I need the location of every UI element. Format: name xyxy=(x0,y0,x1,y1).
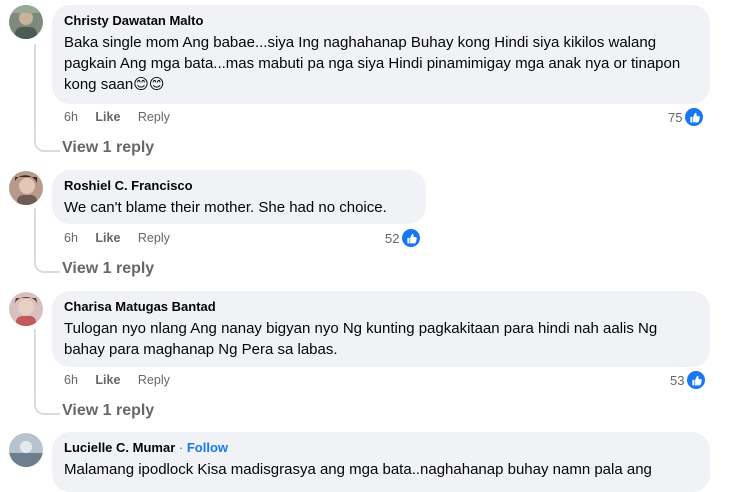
comment-author[interactable]: Charisa Matugas Bantad xyxy=(64,298,698,315)
comment-2: Roshiel C. Francisco We can't blame thei… xyxy=(0,168,750,288)
view-replies-link[interactable]: View 1 reply xyxy=(62,260,154,278)
comment-text: Malamang ipodlock Kisa madisgrasya ang m… xyxy=(64,461,652,478)
thread-hook xyxy=(34,399,60,415)
view-replies-link[interactable]: View 1 reply xyxy=(62,402,154,420)
reply-button[interactable]: Reply xyxy=(138,110,170,124)
comment-author-line: Lucielle C. Mumar · Follow xyxy=(64,439,698,456)
reaction-count: 53 xyxy=(670,372,685,388)
comment-author[interactable]: Lucielle C. Mumar xyxy=(64,440,175,455)
comment-bubble: Lucielle C. Mumar · Follow Malamang ipod… xyxy=(52,432,710,492)
comment-3: Charisa Matugas Bantad Tulogan nyo nlang… xyxy=(0,289,750,429)
comment-text: Baka single mom Ang babae...siya Ing nag… xyxy=(64,34,681,93)
comment-time[interactable]: 6h xyxy=(64,373,78,387)
view-replies-link[interactable]: View 1 reply xyxy=(62,139,154,157)
comment-bubble: Charisa Matugas Bantad Tulogan nyo nlang… xyxy=(52,291,710,367)
thread-hook xyxy=(34,136,60,152)
thumbs-up-icon xyxy=(401,228,422,248)
thumbs-up-icon xyxy=(686,370,707,390)
comment-4: Lucielle C. Mumar · Follow Malamang ipod… xyxy=(0,430,750,492)
comment-text: Tulogan nyo nlang Ang nanay bigyan nyo N… xyxy=(64,320,658,358)
thread-hook xyxy=(34,257,60,273)
comment-time[interactable]: 6h xyxy=(64,110,78,124)
like-button[interactable]: Like xyxy=(95,231,120,245)
reaction-count: 52 xyxy=(385,230,400,246)
reply-button[interactable]: Reply xyxy=(138,373,170,387)
separator-dot: · xyxy=(178,440,184,455)
like-button[interactable]: Like xyxy=(95,110,120,124)
reaction-count: 75 xyxy=(668,109,683,125)
comment-time[interactable]: 6h xyxy=(64,231,78,245)
comment-author[interactable]: Christy Dawatan Malto xyxy=(64,12,698,29)
follow-button[interactable]: Follow xyxy=(187,440,228,455)
comment-actions: 6h Like Reply xyxy=(64,110,184,124)
comment-1: Christy Dawatan Malto Baka single mom An… xyxy=(0,0,750,160)
comment-bubble: Roshiel C. Francisco We can't blame thei… xyxy=(52,170,426,224)
thread-line xyxy=(34,329,36,399)
like-button[interactable]: Like xyxy=(95,373,120,387)
comment-author[interactable]: Roshiel C. Francisco xyxy=(64,177,414,194)
reaction-summary[interactable]: 52 xyxy=(385,228,422,248)
reply-button[interactable]: Reply xyxy=(138,231,170,245)
reaction-summary[interactable]: 53 xyxy=(670,370,707,390)
thread-line xyxy=(34,208,36,257)
thread-line xyxy=(34,44,36,136)
avatar[interactable] xyxy=(9,292,43,326)
comment-text: We can't blame their mother. She had no … xyxy=(64,199,387,216)
avatar[interactable] xyxy=(9,433,43,467)
thumbs-up-icon xyxy=(684,107,705,127)
reaction-summary[interactable]: 75 xyxy=(668,107,705,127)
comment-bubble: Christy Dawatan Malto Baka single mom An… xyxy=(52,5,710,104)
comment-actions: 6h Like Reply xyxy=(64,231,184,245)
avatar[interactable] xyxy=(9,171,43,205)
avatar[interactable] xyxy=(9,5,43,39)
comment-actions: 6h Like Reply xyxy=(64,373,184,387)
